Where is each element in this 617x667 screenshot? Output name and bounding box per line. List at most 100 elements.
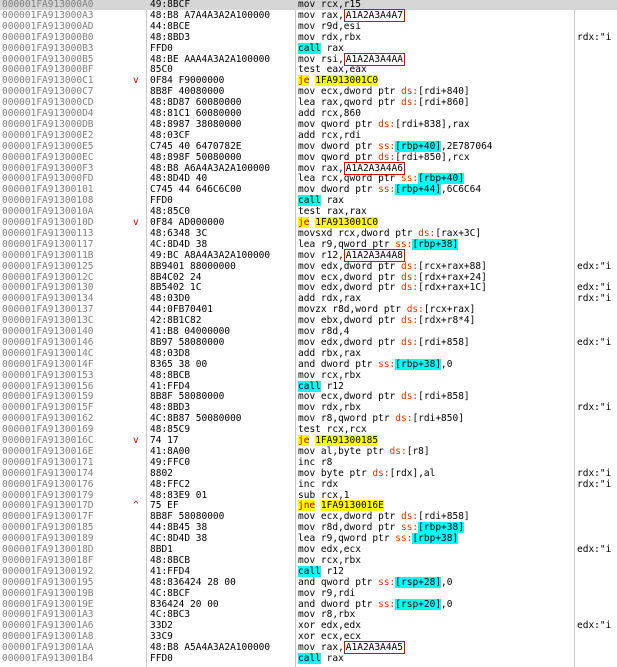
instruction-address[interactable]: 000001FA9130011B: [2, 250, 94, 261]
disassembly-row[interactable]: 000001FA91300179 48:83E9 01 sub rcx,1: [0, 490, 617, 501]
disassembly-row[interactable]: 000001FA913000AD 44:8BCE mov r9d,esi: [0, 21, 617, 32]
instruction-address[interactable]: 000001FA913000B0: [2, 32, 94, 43]
instruction-address[interactable]: 000001FA91300140: [2, 326, 94, 337]
disassembly-row[interactable]: 000001FA913000E2 48:03CF add rcx,rdi: [0, 130, 617, 141]
instruction-address[interactable]: 000001FA91300176: [2, 479, 94, 490]
disassembly-row[interactable]: 000001FA913000C7 8B8F 40080000 mov ecx,dwo…: [0, 86, 617, 97]
disassembly-row[interactable]: 000001FA91300125 8B9401 88000000 mov edx,d…: [0, 261, 617, 272]
jump-target[interactable]: 1FA913001C0: [315, 75, 379, 87]
instruction-address[interactable]: 000001FA9130019B: [2, 588, 94, 599]
disassembly-row[interactable]: 000001FA91300101 C745 44 646C6C00 mov dwor…: [0, 184, 617, 196]
instruction-address[interactable]: 000001FA91300117: [2, 239, 94, 250]
disassembly-row[interactable]: 000001FA91300137 44:0FB70401 movzx r8d,wor…: [0, 304, 617, 315]
instruction-address[interactable]: 000001FA91300189: [2, 533, 94, 544]
disassembly-row[interactable]: 000001FA91300195 48:836424 28 00 and qword…: [0, 576, 617, 588]
disassembly-row[interactable]: 000001FA91300189 4C:8D4D 38 lea r9,qword p…: [0, 533, 617, 545]
disassembly-row[interactable]: 000001FA913000EC 48:898F 50080000 mov qwor…: [0, 152, 617, 163]
disassembly-row[interactable]: 000001FA9130018D 8BD1 mov edx,ecx edx:"i: [0, 544, 617, 555]
instruction-address[interactable]: 000001FA9130014F: [2, 359, 94, 370]
instruction-address[interactable]: 000001FA913001A6: [2, 620, 94, 631]
instruction-address[interactable]: 000001FA9130017F: [2, 511, 94, 522]
disassembly-row[interactable]: 000001FA9130010A 48:85C0 test rax,rax: [0, 206, 617, 217]
disassembly-row[interactable]: 000001FA9130019E 836424 20 00 and dword pt…: [0, 598, 617, 610]
disassembly-row[interactable]: 000001FA913000F3 48:B8 A6A4A3A2A100000 mov…: [0, 161, 617, 175]
instruction-address[interactable]: 000001FA91300134: [2, 293, 94, 304]
disassembly-row[interactable]: 000001FA9130011B 49:BC A8A4A3A2A100000 mov…: [0, 248, 617, 262]
instruction-address[interactable]: 000001FA913000B3: [2, 43, 94, 54]
instruction-address[interactable]: 000001FA91300146: [2, 337, 94, 348]
instruction-address[interactable]: 000001FA913001A8: [2, 631, 94, 642]
disassembly-row[interactable]: 000001FA91300174 8802 mov byte ptr ds:[rdx…: [0, 468, 617, 479]
disassembly-row[interactable]: 000001FA913001A3 4C:8BC3 mov r8,rbx: [0, 609, 617, 620]
jump-target[interactable]: 1FA91300185: [315, 435, 379, 446]
jump-target[interactable]: 1FA9130016E: [320, 500, 384, 512]
instruction-address[interactable]: 000001FA91300108: [2, 195, 94, 206]
instruction-address[interactable]: 000001FA9130010A: [2, 206, 94, 217]
instruction-address[interactable]: 000001FA91300192: [2, 566, 94, 577]
instruction-address[interactable]: 000001FA91300179: [2, 490, 94, 501]
disassembly-row[interactable]: 000001FA91300171 49:FFC0 inc r8: [0, 457, 617, 468]
instruction-address[interactable]: 000001FA913000C7: [2, 86, 94, 97]
disassembly-row[interactable]: 000001FA913001A6 33D2 xor edx,edx edx:"i: [0, 620, 617, 631]
instruction-address[interactable]: 000001FA91300101: [2, 184, 94, 195]
instruction-address[interactable]: 000001FA913000EC: [2, 152, 94, 163]
disassembly-row[interactable]: 000001FA9130012C 8B4C02 24 mov ecx,dword p…: [0, 272, 617, 283]
instruction-address[interactable]: 000001FA913000A3: [2, 10, 94, 21]
instruction-address[interactable]: 000001FA91300195: [2, 577, 94, 588]
instruction-address[interactable]: 000001FA913000FD: [2, 173, 94, 184]
disassembly-row[interactable]: 000001FA9130017D ^ 75 EF jne 1FA9130016E: [0, 500, 617, 512]
jump-target[interactable]: 1FA913001C0: [315, 217, 379, 228]
disassembly-row[interactable]: 000001FA9130013C 42:8B1C82 mov ebx,dword p…: [0, 315, 617, 326]
disassembly-row[interactable]: 000001FA9130019B 4C:8BCF mov r9,rdi: [0, 588, 617, 599]
disassembly-row[interactable]: 000001FA9130018F 48:8BCB mov rcx,rbx: [0, 555, 617, 566]
instruction-address[interactable]: 000001FA9130016C: [2, 435, 94, 446]
disassembly-row[interactable]: 000001FA913000B0 48:8BD3 mov rdx,rbx rdx:"i: [0, 32, 617, 43]
instruction-address[interactable]: 000001FA913000CD: [2, 97, 94, 108]
instruction-address[interactable]: 000001FA913000AD: [2, 21, 94, 32]
disassembly-row[interactable]: 000001FA913000A0 49:8BCF mov rcx,r15: [0, 0, 617, 10]
instruction-address[interactable]: 000001FA913000D4: [2, 108, 94, 119]
instruction-address[interactable]: 000001FA913001B4: [2, 653, 94, 664]
instruction-address[interactable]: 000001FA91300174: [2, 468, 94, 479]
disassembly-row[interactable]: 000001FA913001AA 48:B8 A5A4A3A2A100000 mov…: [0, 641, 617, 655]
instruction-address[interactable]: 000001FA913000E2: [2, 130, 94, 141]
disassembly-row[interactable]: 000001FA9130015F 48:8BD3 mov rdx,rbx rdx:"i: [0, 402, 617, 413]
instruction-address[interactable]: 000001FA913000B5: [2, 54, 94, 65]
disassembly-row[interactable]: 000001FA91300192 41:FFD4 call r12: [0, 565, 617, 577]
disassembly-row[interactable]: 000001FA91300117 4C:8D4D 38 lea r9,qword p…: [0, 238, 617, 250]
instruction-address[interactable]: 000001FA91300162: [2, 413, 94, 424]
disassembly-row[interactable]: 000001FA91300146 8B97 58080000 mov edx,dwo…: [0, 337, 617, 348]
disassembly-row[interactable]: 000001FA913001B4 FFD0 call rax: [0, 653, 617, 664]
disassembly-row[interactable]: 000001FA91300156 41:FFD4 call r12: [0, 380, 617, 392]
disassembly-row[interactable]: 000001FA91300140 41:B8 04000000 mov r8d,4: [0, 326, 617, 337]
disassembly-row[interactable]: 000001FA913000CD 48:8D87 60080000 lea rax,…: [0, 97, 617, 108]
disassembly-row[interactable]: 000001FA9130010D v 0F84 AD000000 je 1FA9130…: [0, 217, 617, 228]
instruction-address[interactable]: 000001FA913000E5: [2, 141, 94, 152]
disassembly-row[interactable]: 000001FA91300185 44:8B45 38 mov r8d,dword …: [0, 522, 617, 534]
disassembly-row[interactable]: 000001FA9130016C v 74 17 je 1FA91300185: [0, 435, 617, 446]
instruction-address[interactable]: 000001FA9130013C: [2, 315, 94, 326]
disassembly-row[interactable]: 000001FA9130017F 8B8F 58080000 mov ecx,dwo…: [0, 511, 617, 522]
instruction-address[interactable]: 000001FA913000A0: [2, 0, 94, 10]
disassembly-row[interactable]: 000001FA91300108 FFD0 call rax: [0, 195, 617, 207]
instruction-address[interactable]: 000001FA91300153: [2, 370, 94, 381]
instruction-address[interactable]: 000001FA9130015F: [2, 402, 94, 413]
instruction-address[interactable]: 000001FA9130019E: [2, 599, 94, 610]
instruction-address[interactable]: 000001FA913000DB: [2, 119, 94, 130]
disassembly-row[interactable]: 000001FA9130014C 48:03D8 add rbx,rax: [0, 348, 617, 359]
disassembly-row[interactable]: 000001FA913001A8 33C9 xor ecx,ecx: [0, 631, 617, 642]
disassembly-row[interactable]: 000001FA913000A3 48:B8 A7A4A3A2A100000 mov…: [0, 8, 617, 22]
instruction-address[interactable]: 000001FA9130017D: [2, 500, 94, 511]
instruction-address[interactable]: 000001FA91300137: [2, 304, 94, 315]
disassembly-view[interactable]: 000001FA913000A0 49:8BCF mov rcx,r15 000001…: [0, 0, 617, 667]
disassembly-row[interactable]: 000001FA913000BF 85C0 test eax,eax: [0, 64, 617, 75]
disassembly-row[interactable]: 000001FA91300176 48:FFC2 inc rdx rdx:"i: [0, 479, 617, 490]
disassembly-row[interactable]: 000001FA913000FD 48:8D4D 40 lea rcx,qword …: [0, 173, 617, 185]
instruction-address[interactable]: 000001FA9130014C: [2, 348, 94, 359]
disassembly-row[interactable]: 000001FA91300113 48:6348 3C movsxd rcx,dwo…: [0, 228, 617, 239]
disassembly-row[interactable]: 000001FA91300159 8B8F 58080000 mov ecx,dwo…: [0, 391, 617, 402]
instruction-address[interactable]: 000001FA913001AA: [2, 642, 94, 653]
disassembly-row[interactable]: 000001FA913000B3 FFD0 call rax: [0, 42, 617, 54]
instruction-address[interactable]: 000001FA913000F3: [2, 163, 94, 174]
instruction-address[interactable]: 000001FA91300113: [2, 228, 94, 239]
